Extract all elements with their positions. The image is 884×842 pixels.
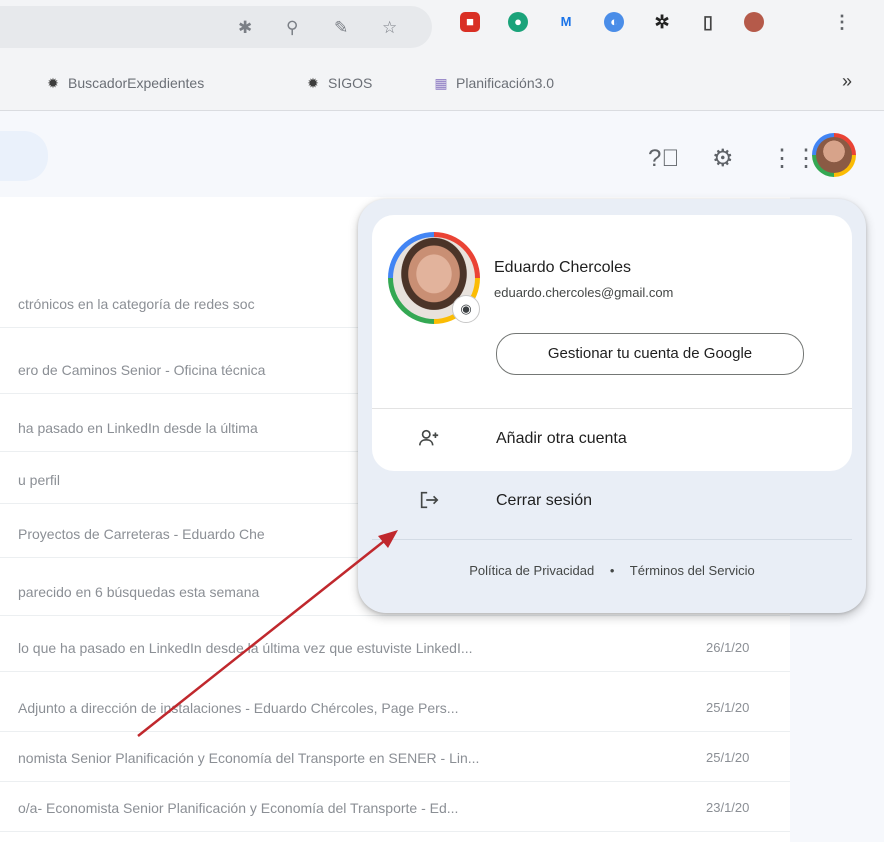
arrow-shaft [137,537,389,737]
annotation-arrow [137,530,398,737]
arrow-head [378,530,398,548]
